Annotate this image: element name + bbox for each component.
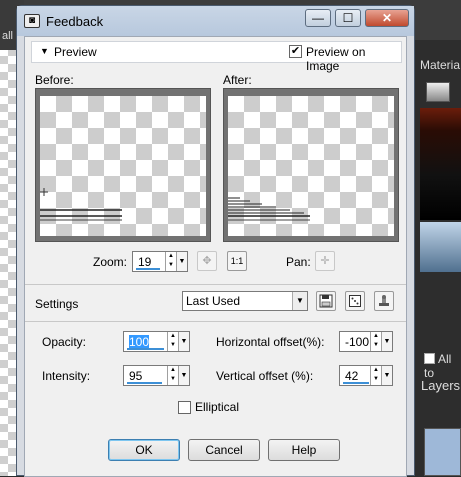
- vertical-offset-value-bar: [343, 382, 369, 384]
- chevron-down-icon[interactable]: ▼: [292, 292, 307, 310]
- preview-on-image-label: Preview on Image: [306, 45, 366, 73]
- stamp-icon: [379, 295, 389, 306]
- zoom-spinner[interactable]: 19 ▲ ▼ ▼: [132, 251, 188, 272]
- gradient-swatch[interactable]: [420, 222, 461, 272]
- horizontal-offset-value[interactable]: -100: [345, 335, 369, 349]
- ok-button[interactable]: OK: [108, 439, 180, 461]
- before-preview[interactable]: [35, 88, 211, 242]
- opacity-dropdown-arrow[interactable]: ▼: [178, 332, 189, 351]
- horizontal-offset-step-arrows[interactable]: ▲ ▼: [370, 332, 381, 351]
- preset-dropdown[interactable]: Last Used ▼: [182, 291, 308, 311]
- feedback-dialog: ◙ Feedback — ☐ ✕ ▼ Preview ✔ Preview on …: [16, 5, 415, 477]
- horizontal-offset-dropdown-arrow[interactable]: ▼: [381, 332, 392, 351]
- opacity-value[interactable]: 100: [129, 335, 150, 349]
- materials-palette-label: Materia: [420, 58, 461, 72]
- cancel-button[interactable]: Cancel: [188, 439, 260, 461]
- intensity-label: Intensity:: [42, 369, 91, 383]
- horizontal-offset-spinner[interactable]: -100 ▲ ▼ ▼: [339, 331, 393, 352]
- vertical-offset-step-arrows[interactable]: ▲ ▼: [370, 366, 381, 385]
- layers-palette-label: Layers: [421, 378, 461, 393]
- opacity-label: Opacity:: [42, 335, 87, 349]
- opacity-step-arrows[interactable]: ▲ ▼: [167, 332, 178, 351]
- settings-label: Settings: [35, 297, 79, 311]
- pan-label: Pan:: [286, 255, 311, 269]
- opacity-spinner[interactable]: 100 ▲ ▼ ▼: [123, 331, 190, 352]
- zoom-value-bar: [136, 268, 160, 270]
- save-icon: [319, 294, 333, 308]
- zoom-label: Zoom:: [93, 255, 128, 269]
- vertical-offset-value[interactable]: 42: [345, 369, 358, 383]
- intensity-value-bar: [127, 382, 162, 384]
- randomize-button[interactable]: [345, 291, 365, 311]
- before-preview-image: [40, 96, 206, 236]
- minimize-button[interactable]: —: [305, 9, 331, 27]
- zoom-value: 19: [138, 255, 152, 269]
- intensity-spinner[interactable]: 95 ▲ ▼ ▼: [123, 365, 190, 386]
- camera-icon: ◙: [24, 14, 40, 28]
- maximize-button[interactable]: ☐: [335, 9, 361, 27]
- color-palette[interactable]: [420, 108, 461, 220]
- collapse-arrow-icon[interactable]: ▼: [40, 46, 49, 56]
- material-swatch[interactable]: [426, 82, 450, 102]
- before-label: Before:: [35, 73, 74, 87]
- dice-icon: [349, 295, 361, 307]
- after-label: After:: [223, 73, 252, 87]
- close-button[interactable]: ✕: [365, 9, 409, 27]
- horizontal-offset-label: Horizontal offset(%):: [216, 335, 325, 349]
- reset-button[interactable]: [374, 291, 394, 311]
- save-preset-button[interactable]: [316, 291, 336, 311]
- intensity-dropdown-arrow[interactable]: ▼: [178, 366, 189, 385]
- title-bar[interactable]: ◙ Feedback — ☐ ✕: [17, 6, 414, 36]
- dialog-client-area: ▼ Preview ✔ Preview on Image Before: Aft…: [24, 36, 407, 477]
- vertical-offset-dropdown-arrow[interactable]: ▼: [381, 366, 392, 385]
- elliptical-checkbox[interactable]: [178, 401, 191, 414]
- vertical-offset-label: Vertical offset (%):: [216, 369, 314, 383]
- preset-value: Last Used: [186, 294, 241, 308]
- pan-button[interactable]: ✛: [315, 251, 335, 271]
- left-strip-text: all: [2, 30, 14, 42]
- elliptical-label: Elliptical: [195, 400, 240, 414]
- opacity-value-bar: [127, 348, 164, 350]
- zoom-dropdown-arrow[interactable]: ▼: [176, 252, 187, 271]
- intensity-value[interactable]: 95: [129, 369, 142, 383]
- zoom-fit-button[interactable]: ✥: [197, 251, 217, 271]
- preview-on-image-checkbox[interactable]: ✔: [289, 45, 302, 58]
- separator: [25, 284, 406, 285]
- preview-section-header: ▼ Preview ✔ Preview on Image: [31, 41, 402, 73]
- preview-toggle-label[interactable]: Preview: [54, 45, 97, 59]
- after-preview[interactable]: [223, 88, 399, 242]
- zoom-one-to-one-button[interactable]: 1:1: [227, 251, 247, 271]
- dialog-title: Feedback: [46, 14, 104, 29]
- help-button[interactable]: Help: [268, 439, 340, 461]
- after-preview-image: [228, 96, 394, 236]
- vertical-offset-spinner[interactable]: 42 ▲ ▼ ▼: [339, 365, 393, 386]
- separator: [25, 321, 406, 322]
- intensity-step-arrows[interactable]: ▲ ▼: [167, 366, 178, 385]
- zoom-step-arrows[interactable]: ▲ ▼: [165, 252, 176, 271]
- all-tools-checkbox[interactable]: All to: [424, 352, 461, 380]
- layer-thumbnail[interactable]: [424, 428, 461, 476]
